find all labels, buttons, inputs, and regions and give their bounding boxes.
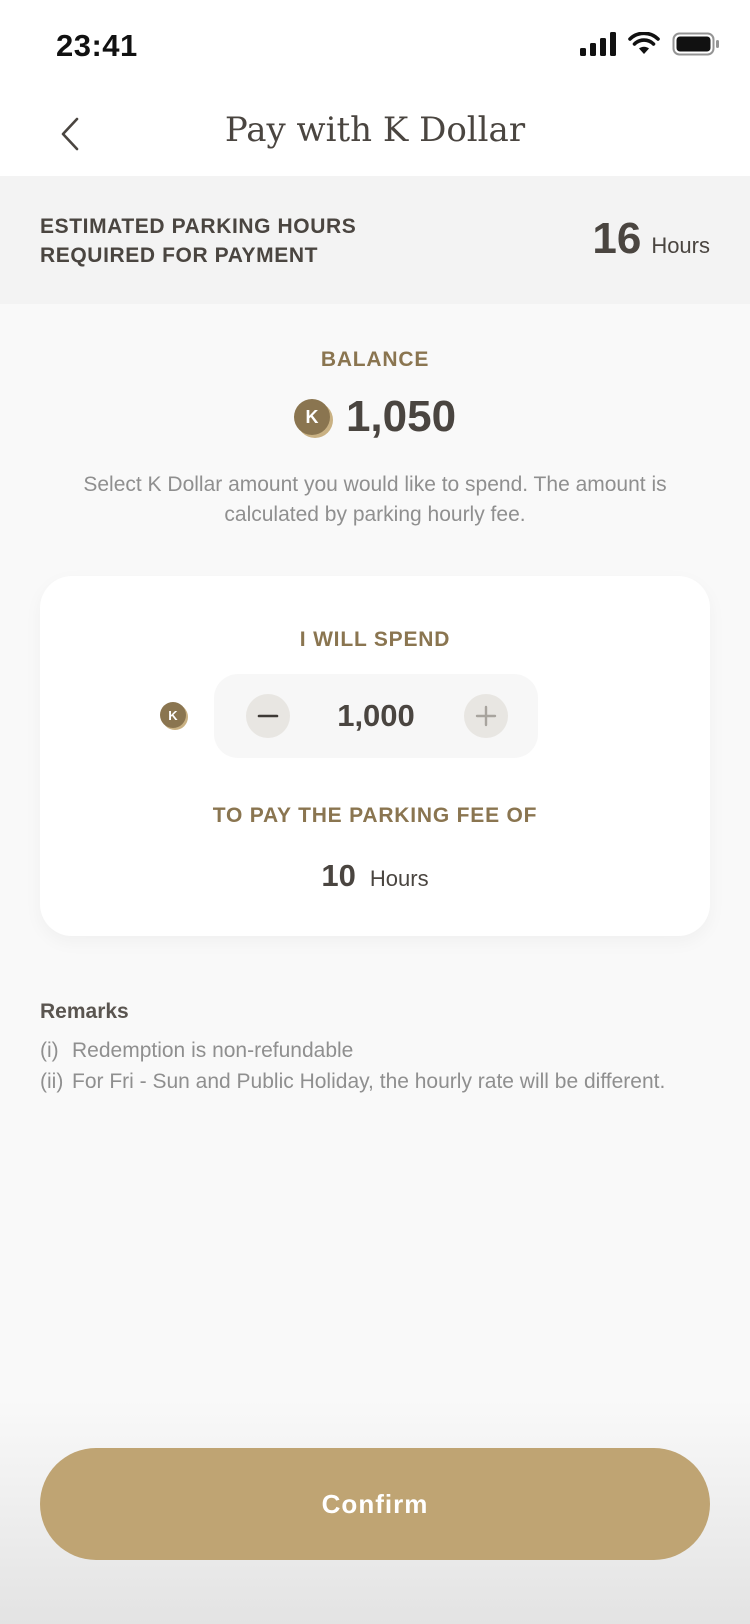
increase-button[interactable] xyxy=(464,694,508,738)
balance-description: Select K Dollar amount you would like to… xyxy=(83,473,667,526)
k-dollar-coin-icon: K xyxy=(160,702,186,728)
parking-fee-label: TO PAY THE PARKING FEE OF xyxy=(212,804,538,827)
plus-icon xyxy=(475,705,497,727)
nav-bar: Pay with K Dollar xyxy=(0,92,750,176)
remarks-title: Remarks xyxy=(40,1000,129,1023)
parking-fee-hours-unit: Hours xyxy=(369,866,429,891)
balance-label: BALANCE xyxy=(320,348,430,371)
amount-stepper: 1,000 xyxy=(214,674,538,758)
remark-index: (i) xyxy=(40,1039,59,1062)
estimate-value: 16 Hours xyxy=(592,214,710,264)
estimate-hours-number: 16 xyxy=(592,214,642,263)
estimate-band: ESTIMATED PARKING HOURS REQUIRED FOR PAY… xyxy=(0,176,750,304)
parking-fee-value: 10 Hours xyxy=(40,858,710,894)
parking-fee-hours-number: 10 xyxy=(321,858,356,893)
spend-title: I WILL SPEND xyxy=(299,628,451,651)
remarks-list: (i) Redemption is non-refundable (ii) Fo… xyxy=(40,1036,670,1098)
remark-text: For Fri - Sun and Public Holiday, the ho… xyxy=(72,1070,666,1093)
balance-row: K 1,050 xyxy=(0,392,750,442)
spend-amount-value[interactable]: 1,000 xyxy=(294,694,458,738)
confirm-button[interactable]: Confirm xyxy=(40,1448,710,1560)
estimate-label: ESTIMATED PARKING HOURS REQUIRED FOR PAY… xyxy=(40,215,357,267)
minus-icon xyxy=(257,714,279,718)
decrease-button[interactable] xyxy=(246,694,290,738)
remark-index: (ii) xyxy=(40,1070,64,1093)
battery-icon xyxy=(672,32,719,56)
remark-text: Redemption is non-refundable xyxy=(72,1039,354,1062)
balance-amount: 1,050 xyxy=(345,392,457,441)
cellular-signal-icon xyxy=(580,32,616,56)
spend-card: I WILL SPEND K 1,000 TO PAY THE PARKING … xyxy=(40,576,710,936)
status-time: 23:41 xyxy=(56,28,138,63)
remark-item: (ii) For Fri - Sun and Public Holiday, t… xyxy=(40,1067,670,1096)
estimate-hours-unit: Hours xyxy=(651,233,710,258)
page-title: Pay with K Dollar xyxy=(224,110,526,150)
remark-item: (i) Redemption is non-refundable xyxy=(40,1036,670,1065)
status-icons xyxy=(580,32,720,56)
status-bar: 23:41 xyxy=(0,0,750,92)
k-dollar-coin-icon: K xyxy=(293,399,330,435)
wifi-icon xyxy=(628,32,660,54)
